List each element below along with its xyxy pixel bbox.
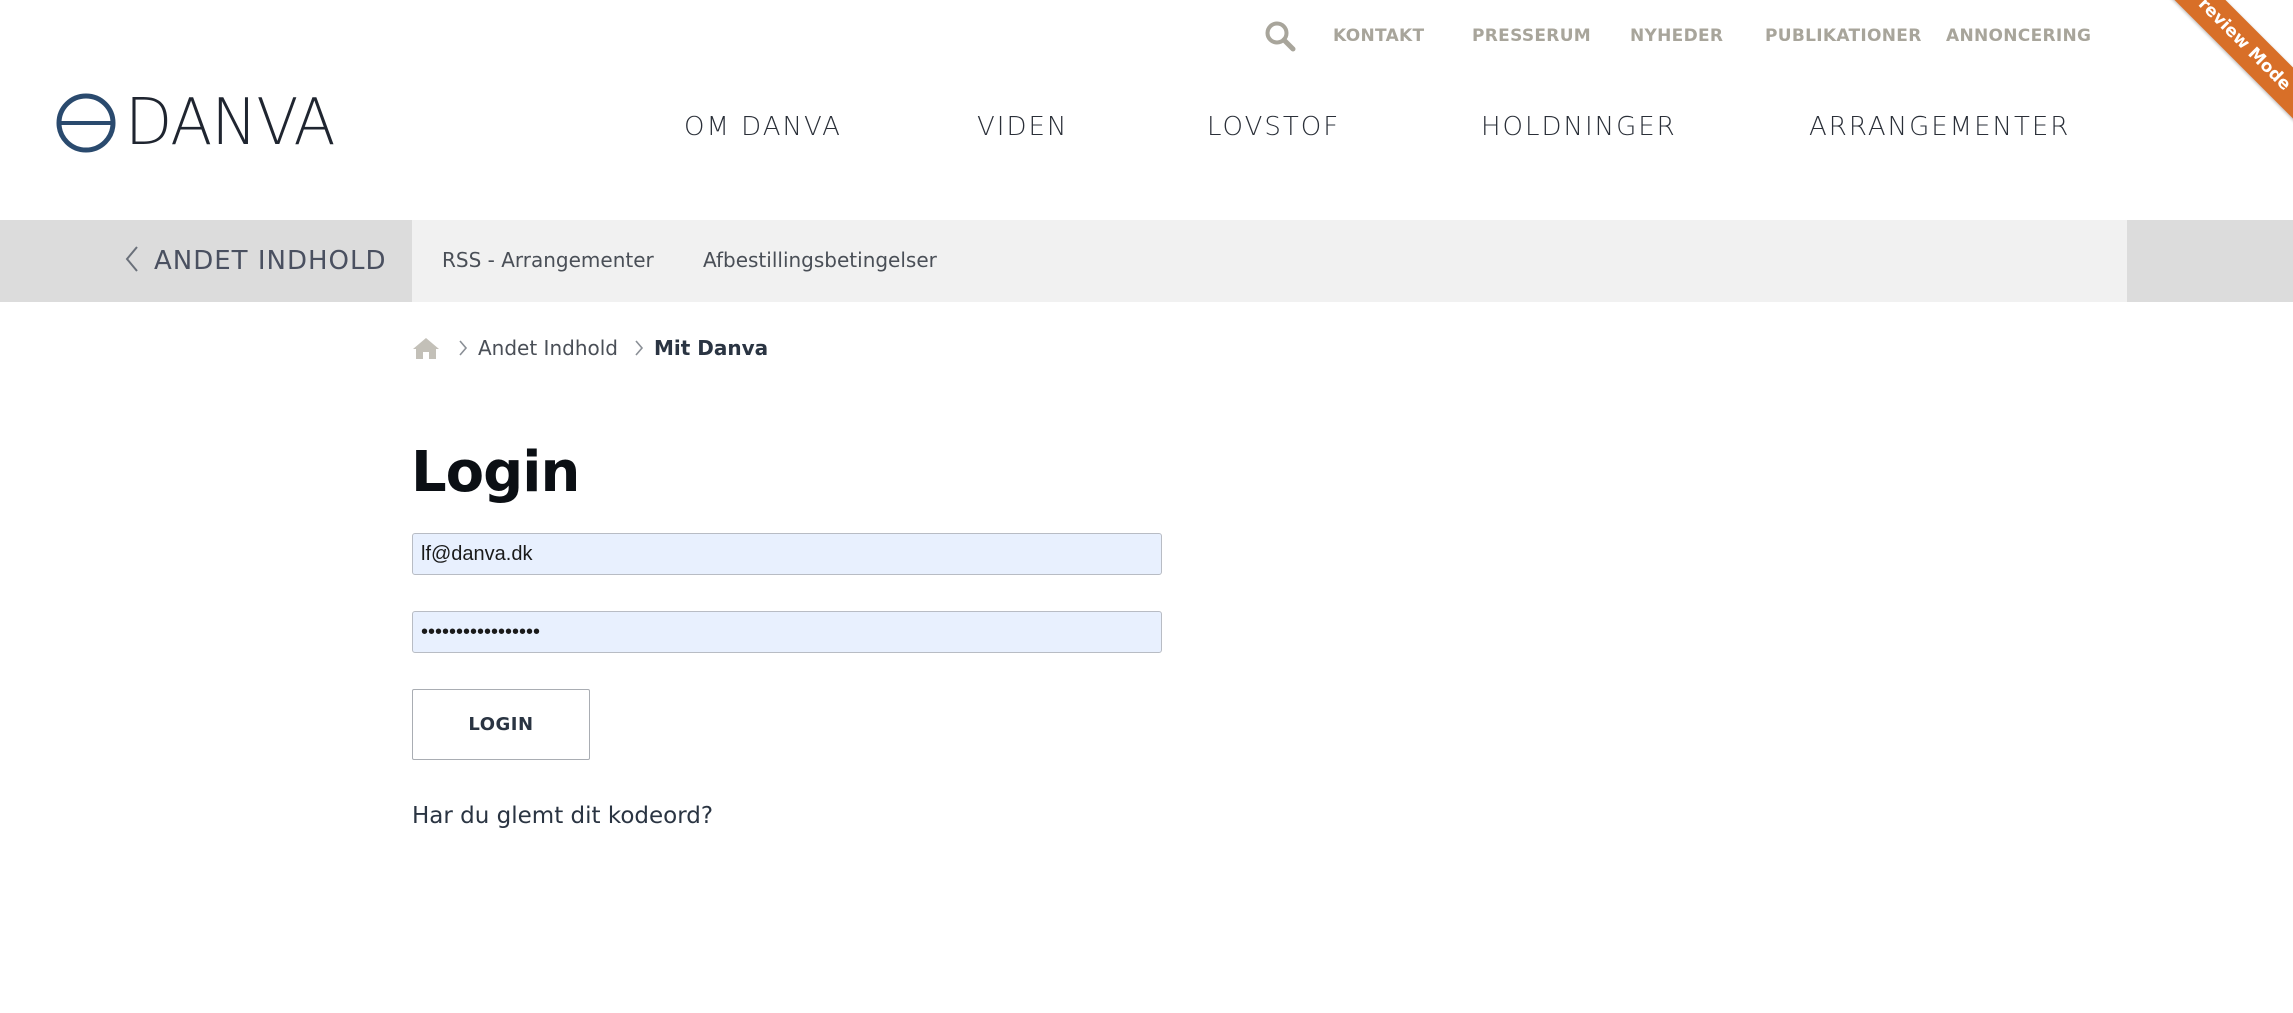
- utility-link-publikationer[interactable]: PUBLIKATIONER: [1765, 26, 1922, 46]
- utility-nav: [1262, 21, 1330, 52]
- chevron-left-icon: [124, 245, 140, 277]
- email-field[interactable]: [412, 533, 1162, 575]
- utility-link-nyheder[interactable]: NYHEDER: [1630, 26, 1723, 46]
- site-header: DANVA KONTAKT PRESSERUM NYHEDER PUBLIKAT…: [0, 0, 2293, 220]
- subnav-link-rss-arrangementer[interactable]: RSS - Arrangementer: [442, 248, 654, 272]
- breadcrumb-andet-indhold[interactable]: Andet Indhold: [478, 336, 618, 360]
- utility-link-presserum[interactable]: PRESSERUM: [1472, 26, 1591, 46]
- subnav-right-panel: [2127, 220, 2293, 302]
- breadcrumb-current: Mit Danva: [654, 336, 769, 360]
- password-field[interactable]: [412, 611, 1162, 653]
- search-icon[interactable]: [1262, 18, 1298, 54]
- forgot-password-link[interactable]: Har du glemt dit kodeord?: [412, 803, 713, 829]
- utility-link-annoncering[interactable]: ANNONCERING: [1946, 26, 2091, 46]
- nav-lovstof[interactable]: LOVSTOF: [1207, 112, 1340, 142]
- nav-arrangementer[interactable]: ARRANGEMENTER: [1809, 112, 2070, 142]
- preview-mode-label: Preview Mode: [2163, 0, 2293, 127]
- page-title: Login: [411, 440, 580, 505]
- sub-navigation: ANDET INDHOLD RSS - Arrangementer Afbest…: [0, 220, 2293, 302]
- chevron-right-icon: [458, 339, 468, 357]
- login-button[interactable]: LOGIN: [412, 689, 590, 760]
- subnav-link-afbestillingsbetingelser[interactable]: Afbestillingsbetingelser: [703, 248, 937, 272]
- preview-mode-ribbon: Preview Mode: [2163, 0, 2293, 130]
- subnav-back-label: ANDET INDHOLD: [154, 246, 387, 276]
- nav-om-danva[interactable]: OM DANVA: [684, 112, 842, 142]
- nav-holdninger[interactable]: HOLDNINGER: [1481, 112, 1677, 142]
- utility-link-kontakt[interactable]: KONTAKT: [1333, 26, 1424, 46]
- nav-viden[interactable]: VIDEN: [977, 112, 1068, 142]
- subnav-back-button[interactable]: ANDET INDHOLD: [0, 220, 412, 302]
- home-icon[interactable]: [412, 335, 442, 361]
- main-nav: OM DANVA VIDEN LOVSTOF HOLDNINGER ARRANG…: [0, 112, 2293, 152]
- chevron-right-icon: [634, 339, 644, 357]
- breadcrumb: Andet Indhold Mit Danva: [412, 332, 768, 364]
